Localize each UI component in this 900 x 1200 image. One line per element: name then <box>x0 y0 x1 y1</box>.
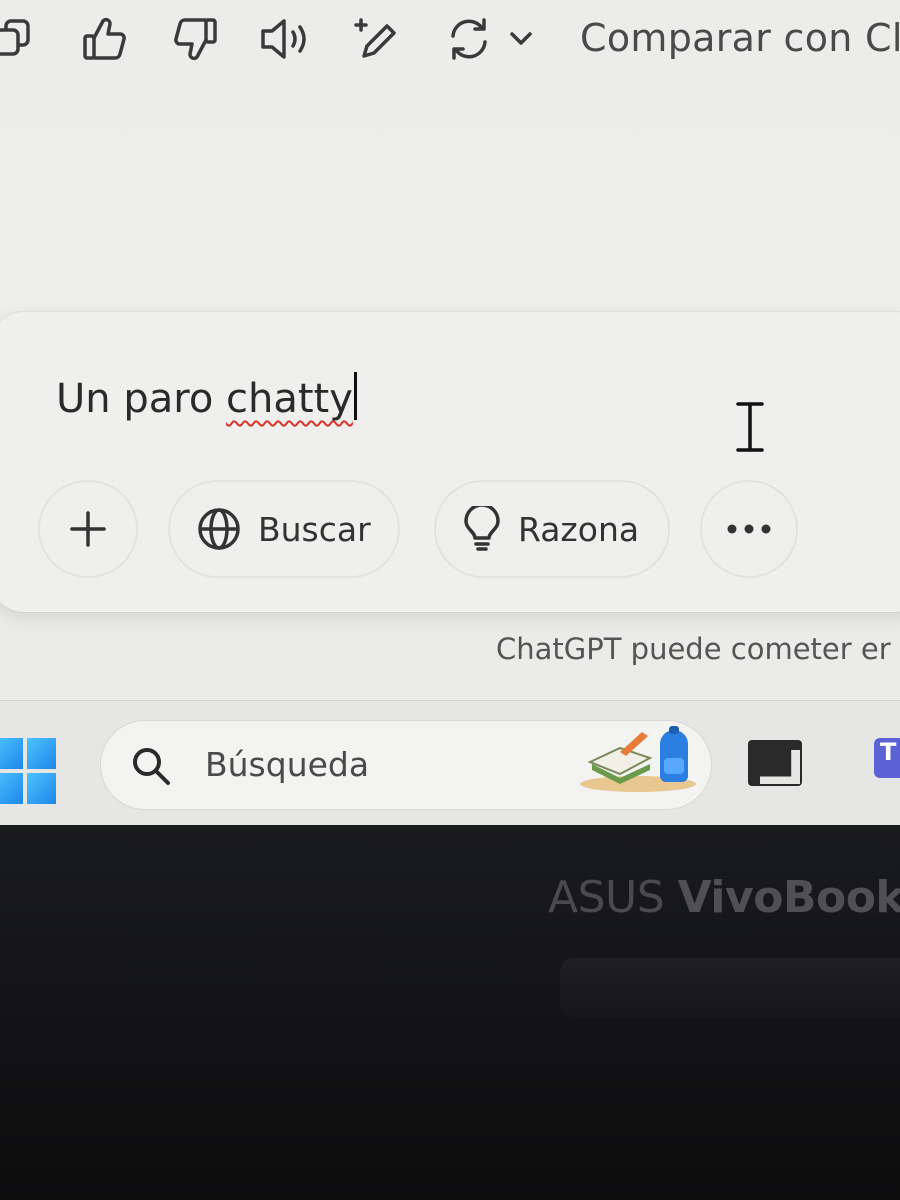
dark-app-icon[interactable] <box>748 740 802 786</box>
brand-asus: ASUS <box>548 872 678 923</box>
prompt-input[interactable]: Un paro chatty <box>56 372 357 422</box>
globe-icon <box>198 508 240 550</box>
more-options-button[interactable] <box>700 480 798 578</box>
regenerate-icon[interactable] <box>444 14 494 64</box>
reason-button[interactable]: Razona <box>434 480 670 578</box>
disclaimer-text: ChatGPT puede cometer er <box>496 632 891 666</box>
search-button[interactable]: Buscar <box>168 480 400 578</box>
copy-icon[interactable] <box>0 14 38 64</box>
brand-vivobook: VivoBook <box>677 872 900 923</box>
misspelled-word: chatty <box>226 376 353 422</box>
compare-button[interactable]: Comparar con Cla <box>580 16 900 60</box>
taskbar-search-placeholder: Búsqueda <box>205 745 370 784</box>
ibeam-cursor-icon <box>732 400 768 458</box>
widgets-icon[interactable] <box>580 722 705 798</box>
add-attachment-button[interactable] <box>38 480 138 578</box>
chevron-down-icon[interactable] <box>506 14 536 64</box>
thumbs-down-icon[interactable] <box>170 14 220 64</box>
laptop-hinge <box>560 958 900 1018</box>
teams-letter: T <box>880 738 897 766</box>
edit-icon[interactable] <box>352 14 402 64</box>
lightbulb-icon <box>464 506 500 551</box>
teams-icon[interactable]: T <box>874 738 900 778</box>
plus-icon <box>70 511 106 547</box>
speaker-icon[interactable] <box>258 14 314 64</box>
text-caret <box>353 372 357 420</box>
device-brand-logo: ASUS VivoBook <box>548 872 900 923</box>
message-action-bar: Comparar con Cla <box>0 0 900 85</box>
search-icon <box>130 745 172 791</box>
prompt-text: Un paro <box>56 376 226 422</box>
thumbs-up-icon[interactable] <box>80 14 130 64</box>
ellipsis-icon <box>727 524 771 534</box>
screen: Comparar con Cla Un paro chatty Buscar R… <box>0 0 900 825</box>
search-button-label: Buscar <box>258 509 371 549</box>
reason-button-label: Razona <box>518 509 640 549</box>
windows-start-icon[interactable] <box>0 738 56 804</box>
